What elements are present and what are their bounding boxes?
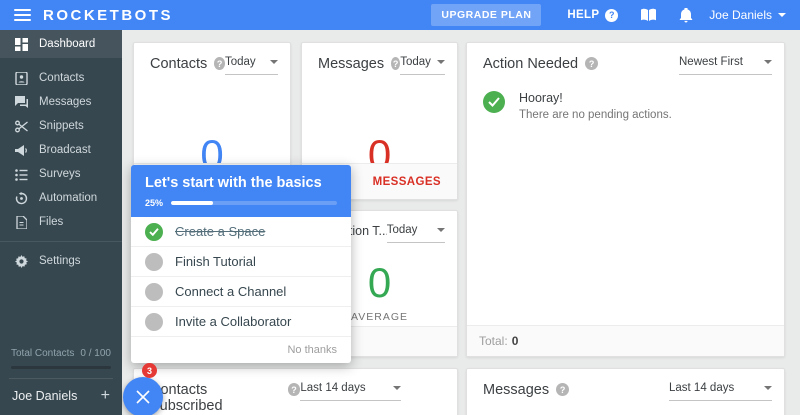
onboarding-popup: Let's start with the basics 25% Create a…: [131, 165, 351, 363]
empty-title: Hooray!: [519, 91, 672, 105]
onboarding-title: Let's start with the basics: [145, 175, 337, 191]
no-thanks-link[interactable]: No thanks: [287, 344, 337, 356]
onboarding-step-invite-collaborator[interactable]: Invite a Collaborator: [131, 307, 351, 337]
sidebar-item-label: Files: [39, 216, 63, 228]
app-logo: ROCKETBOTS: [43, 7, 173, 24]
check-circle-icon: [483, 91, 505, 113]
sidebar-footer: Total Contacts 0 / 100 Joe Daniels +: [0, 348, 122, 415]
sort-select[interactable]: Newest First: [679, 56, 772, 75]
progress-bar: [171, 201, 337, 205]
dashboard-icon: [15, 38, 28, 51]
help-question-icon[interactable]: ?: [214, 57, 225, 70]
sidebar-divider: [0, 241, 122, 242]
card-title: Messages: [318, 56, 384, 72]
chevron-down-icon: [393, 386, 401, 390]
user-menu[interactable]: Joe Daniels: [709, 8, 786, 22]
help-question-icon[interactable]: ?: [391, 57, 400, 70]
sidebar-item-label: Contacts: [39, 72, 84, 84]
sidebar-item-contacts[interactable]: Contacts: [0, 66, 122, 90]
help-question-icon[interactable]: ?: [556, 383, 569, 396]
contacts-subscribed-card: Contacts Subscribed ? Last 14 days: [133, 368, 458, 415]
sidebar-item-label: Broadcast: [39, 144, 91, 156]
workspace-name[interactable]: Joe Daniels: [12, 389, 77, 403]
scissors-icon: [15, 120, 28, 133]
total-contacts-value: 0 / 100: [80, 348, 111, 359]
add-workspace-icon[interactable]: +: [101, 391, 110, 401]
sidebar-item-broadcast[interactable]: Broadcast: [0, 138, 122, 162]
pending-circle-icon: [145, 283, 163, 301]
menu-icon[interactable]: [14, 9, 31, 21]
help-question-icon[interactable]: ?: [585, 57, 598, 70]
card-title: Contacts: [150, 56, 207, 72]
notifications-bell-icon[interactable]: [679, 8, 693, 23]
range-select[interactable]: Last 14 days: [300, 382, 401, 401]
pending-circle-icon: [145, 253, 163, 271]
pending-circle-icon: [145, 313, 163, 331]
range-select[interactable]: Today: [387, 224, 445, 243]
range-select[interactable]: Today: [400, 56, 445, 75]
help-question-icon: ?: [605, 9, 618, 22]
file-icon: [15, 216, 28, 229]
chat-icon: [15, 96, 28, 109]
contacts-usage-bar: [11, 366, 111, 369]
sidebar-item-label: Dashboard: [39, 38, 95, 50]
onboarding-step-create-space[interactable]: Create a Space: [131, 217, 351, 247]
top-bar: ROCKETBOTS UPGRADE PLAN HELP ? Joe Danie…: [0, 0, 800, 30]
checklist-icon: [15, 168, 28, 181]
empty-state: Hooray! There are no pending actions.: [467, 75, 784, 121]
card-title: Contacts Subscribed: [150, 382, 281, 414]
onboarding-step-connect-channel[interactable]: Connect a Channel: [131, 277, 351, 307]
notification-badge: 3: [142, 363, 157, 378]
help-button[interactable]: HELP ?: [567, 9, 618, 22]
sidebar-item-settings[interactable]: Settings: [0, 249, 122, 273]
sidebar-item-label: Automation: [39, 192, 97, 204]
total-contacts-label: Total Contacts: [11, 348, 74, 359]
chevron-down-icon: [437, 228, 445, 232]
chevron-down-icon: [778, 13, 786, 17]
chevron-down-icon: [764, 60, 772, 64]
chevron-down-icon: [437, 60, 445, 64]
total-label: Total:: [479, 334, 508, 348]
check-circle-icon: [145, 223, 163, 241]
sidebar-item-label: Messages: [39, 96, 91, 108]
total-value: 0: [512, 334, 519, 348]
sidebar-item-messages[interactable]: Messages: [0, 90, 122, 114]
messages-chart-card: Messages ? Last 14 days: [466, 368, 785, 415]
sidebar-item-automation[interactable]: Automation: [0, 186, 122, 210]
help-question-icon[interactable]: ?: [288, 383, 301, 396]
sidebar-item-files[interactable]: Files: [0, 210, 122, 234]
onboarding-step-finish-tutorial[interactable]: Finish Tutorial: [131, 247, 351, 277]
close-assistant-button[interactable]: [123, 377, 163, 415]
sidebar-item-label: Settings: [39, 255, 81, 267]
docs-book-icon[interactable]: [640, 8, 657, 22]
sync-icon: [15, 192, 28, 205]
megaphone-icon: [15, 144, 28, 157]
chevron-down-icon: [270, 60, 278, 64]
messages-footer-link[interactable]: MESSAGES: [373, 176, 441, 188]
card-title: Action Needed: [483, 56, 578, 72]
sidebar-item-label: Surveys: [39, 168, 81, 180]
empty-subtitle: There are no pending actions.: [519, 109, 672, 121]
sidebar-item-snippets[interactable]: Snippets: [0, 114, 122, 138]
help-label: HELP: [567, 9, 599, 21]
sidebar: Dashboard Contacts Messages Snippets Bro…: [0, 30, 122, 415]
upgrade-plan-button[interactable]: UPGRADE PLAN: [431, 4, 541, 26]
range-select[interactable]: Today: [225, 56, 278, 75]
user-name: Joe Daniels: [709, 8, 772, 22]
action-needed-card: Action Needed ? Newest First Hooray! The…: [466, 42, 785, 357]
close-icon: [135, 389, 151, 405]
contacts-icon: [15, 72, 28, 85]
gear-icon: [15, 255, 28, 268]
progress-percent: 25%: [145, 198, 163, 208]
onboarding-header: Let's start with the basics 25%: [131, 165, 351, 217]
sidebar-item-dashboard[interactable]: Dashboard: [0, 30, 122, 58]
sidebar-item-surveys[interactable]: Surveys: [0, 162, 122, 186]
range-select[interactable]: Last 14 days: [669, 382, 772, 401]
card-title: Messages: [483, 382, 549, 398]
chevron-down-icon: [764, 386, 772, 390]
sidebar-item-label: Snippets: [39, 120, 84, 132]
